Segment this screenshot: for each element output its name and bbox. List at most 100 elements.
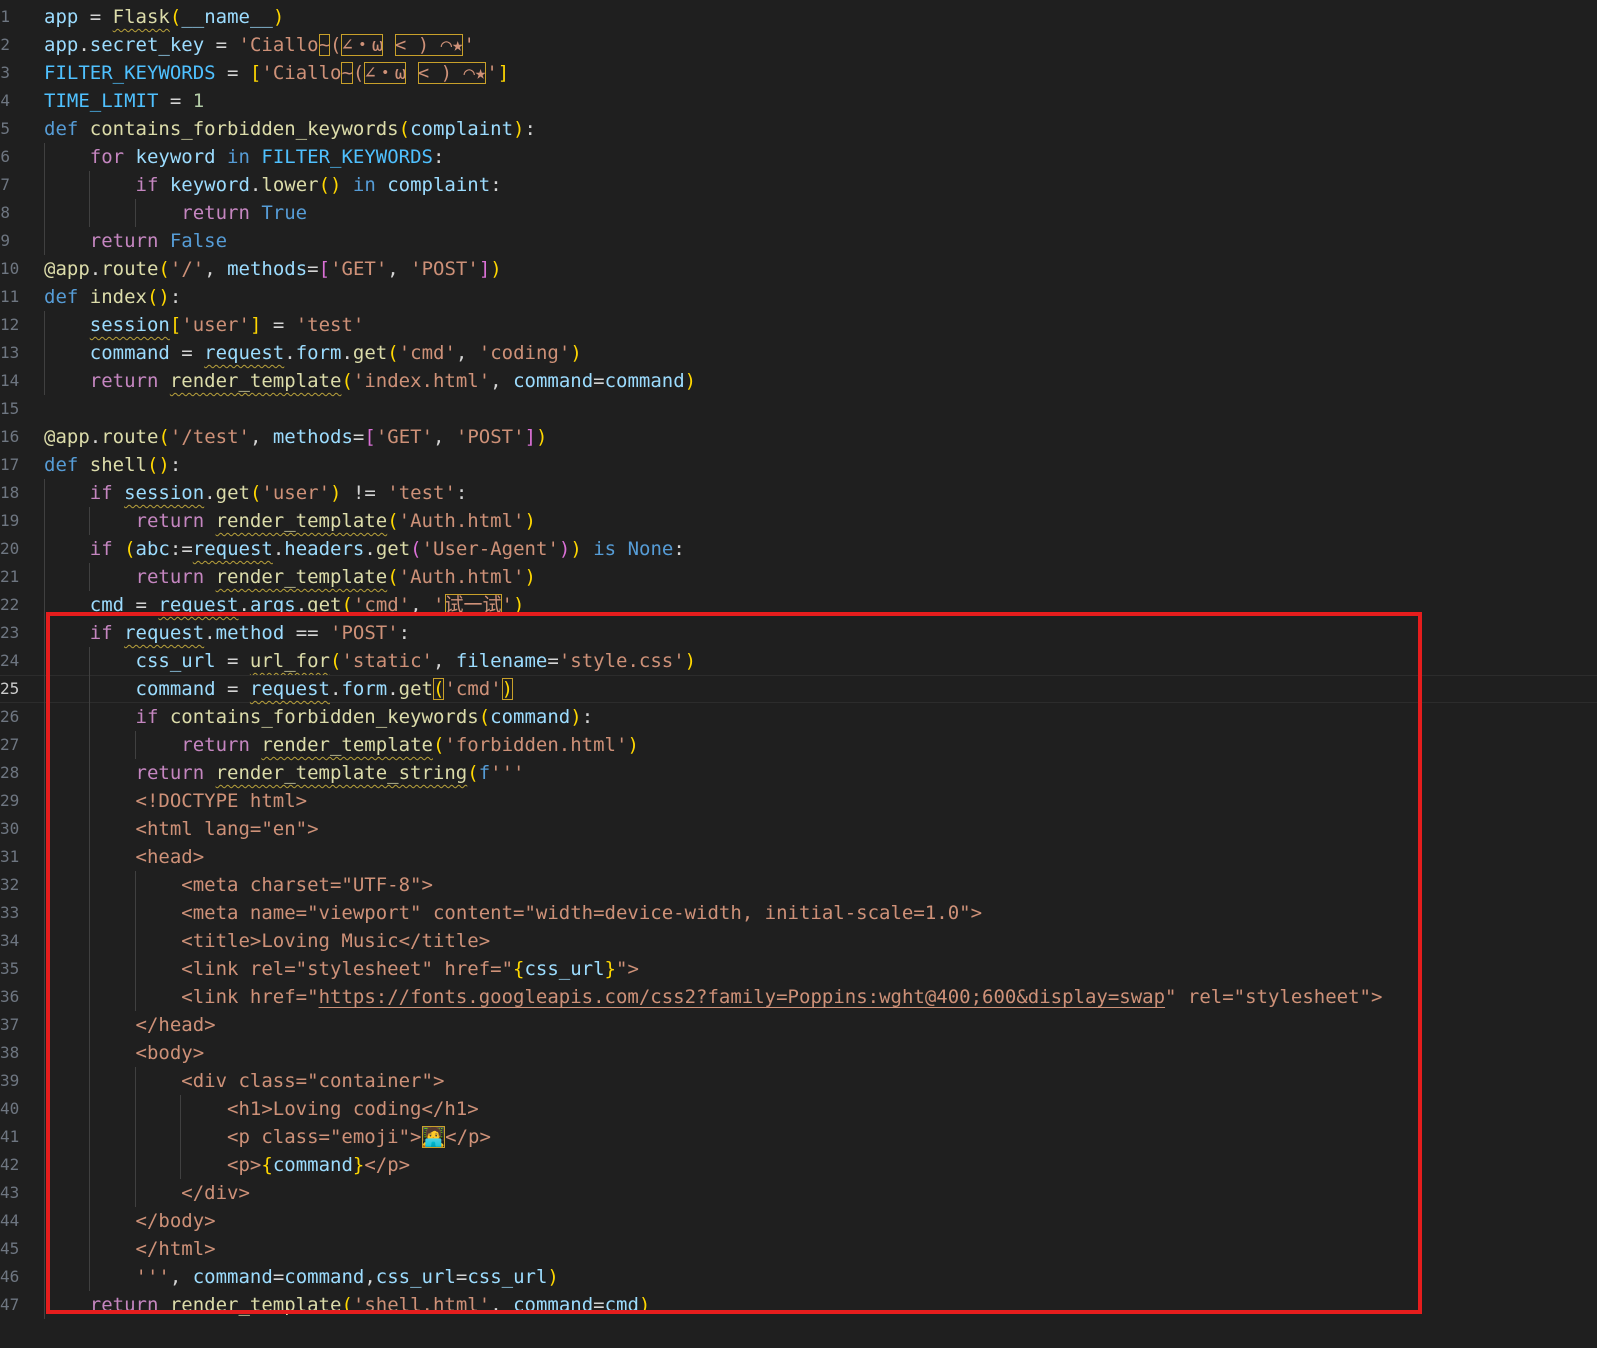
code-token: . <box>272 538 285 560</box>
code-line[interactable]: 19 return render_template('Auth.html') <box>0 507 1597 535</box>
indent-guide <box>44 479 45 507</box>
code-token: ( <box>387 510 399 532</box>
indent-guide <box>89 199 91 227</box>
code-text: return render_template('index.html', com… <box>44 367 696 395</box>
code-token: def <box>44 286 90 308</box>
code-token: = <box>215 62 250 84</box>
code-token: = <box>261 314 296 336</box>
code-text: app = Flask(__name__) <box>44 3 284 31</box>
code-token: get <box>215 482 250 504</box>
code-line[interactable]: 20 if (abc:=request.headers.get('User-Ag… <box>0 535 1597 563</box>
indent-guide <box>44 339 45 367</box>
indent-guide <box>44 1039 45 1067</box>
code-token: ( <box>330 34 342 56</box>
indent-guide <box>89 171 91 199</box>
code-token: in <box>341 174 388 196</box>
code-line[interactable]: 4 TIME_LIMIT = 1 <box>0 87 1597 115</box>
code-token: in <box>215 146 262 168</box>
code-token: None <box>627 538 674 560</box>
code-token: . <box>364 538 376 560</box>
code-token: ) <box>513 118 525 140</box>
code-line[interactable]: 9 return False <box>0 227 1597 255</box>
code-token: , <box>249 426 273 448</box>
code-token: return <box>135 510 216 532</box>
code-text: def index(): <box>44 283 181 311</box>
code-token: [ <box>364 426 376 448</box>
code-token: 'coding' <box>478 342 571 364</box>
line-number: 18 <box>0 483 20 502</box>
code-line[interactable]: 18 if session.get('user') != 'test': <box>0 479 1597 507</box>
code-token: [ <box>169 314 182 336</box>
code-token: route <box>101 426 159 448</box>
code-token: ~ <box>341 62 353 84</box>
code-line[interactable]: 10 @app.route('/', methods=['GET', 'POST'… <box>0 255 1597 283</box>
code-token: @app <box>44 426 90 448</box>
code-token: 'POST' <box>455 426 525 448</box>
code-token: command <box>513 370 594 392</box>
code-token: return <box>135 566 216 588</box>
code-line[interactable]: 8 return True <box>0 199 1597 227</box>
code-token: : <box>432 146 445 168</box>
code-token: 'POST' <box>410 258 479 280</box>
code-token: := <box>169 538 193 560</box>
code-token: ∠・ω <box>341 34 384 56</box>
code-token: < ) ⌒★ <box>417 62 487 84</box>
code-token: __name__ <box>181 6 273 28</box>
code-token: keyword <box>135 146 216 168</box>
code-token: ] <box>249 314 262 336</box>
code-line[interactable]: 14 return render_template('index.html', … <box>0 367 1597 395</box>
code-token: . <box>204 482 216 504</box>
code-token: = <box>158 90 193 112</box>
code-token: 'cmd' <box>398 342 456 364</box>
indent-guide <box>44 955 45 983</box>
code-line[interactable]: 11 def index(): <box>0 283 1597 311</box>
code-token: : <box>490 174 502 196</box>
code-token: complaint <box>387 174 491 196</box>
indent-guide <box>44 563 45 591</box>
code-token: ) <box>272 6 285 28</box>
line-number: 10 <box>0 259 20 278</box>
indent-guide <box>44 927 45 955</box>
code-token: ] <box>497 62 510 84</box>
code-token: . <box>249 174 262 196</box>
line-number: 28 <box>0 763 20 782</box>
code-token: session <box>124 482 205 504</box>
indent-guide <box>44 1123 45 1151</box>
code-line[interactable]: 6 for keyword in FILTER_KEYWORDS: <box>0 143 1597 171</box>
code-line[interactable]: 21 return render_template('Auth.html') <box>0 563 1597 591</box>
code-text: if (abc:=request.headers.get('User-Agent… <box>44 535 685 563</box>
line-number: 35 <box>0 959 20 978</box>
code-token: if <box>89 538 125 560</box>
line-number: 39 <box>0 1071 20 1090</box>
code-line[interactable]: 5 def contains_forbidden_keywords(complai… <box>0 115 1597 143</box>
code-token: . <box>89 258 102 280</box>
code-token: True <box>261 202 308 224</box>
code-token: keyword <box>169 174 250 196</box>
code-line[interactable]: 7 if keyword.lower() in complaint: <box>0 171 1597 199</box>
code-token: return <box>181 202 262 224</box>
code-token: ] <box>524 426 537 448</box>
code-token: render_template <box>215 510 388 532</box>
code-line[interactable]: 17 def shell(): <box>0 451 1597 479</box>
indent-guide <box>44 1151 45 1179</box>
line-number: 13 <box>0 343 20 362</box>
code-line[interactable]: 12 session['user'] = 'test' <box>0 311 1597 339</box>
code-token: ) <box>558 538 571 560</box>
indent-guide <box>44 143 45 171</box>
indent-guide <box>44 1207 45 1235</box>
indent-guide <box>89 563 91 591</box>
code-line[interactable]: 3 FILTER_KEYWORDS = ['Ciallo~(∠・ω < ) ⌒★'… <box>0 59 1597 87</box>
code-token: ( <box>352 62 365 84</box>
code-token: 'GET' <box>330 258 388 280</box>
code-line[interactable]: 2 app.secret_key = 'Ciallo~(∠・ω < ) ⌒★' <box>0 31 1597 59</box>
code-token: ) <box>490 258 502 280</box>
code-line[interactable]: 15 <box>0 395 1597 423</box>
code-token: ) <box>684 370 697 392</box>
code-token: render_template <box>169 370 342 392</box>
code-line[interactable]: 16 @app.route('/test', methods=['GET', 'P… <box>0 423 1597 451</box>
indent-guide <box>44 199 45 227</box>
code-line[interactable]: 13 command = request.form.get('cmd', 'co… <box>0 339 1597 367</box>
code-line[interactable]: 1 app = Flask(__name__) <box>0 3 1597 31</box>
code-text: @app.route('/test', methods=['GET', 'POS… <box>44 423 547 451</box>
